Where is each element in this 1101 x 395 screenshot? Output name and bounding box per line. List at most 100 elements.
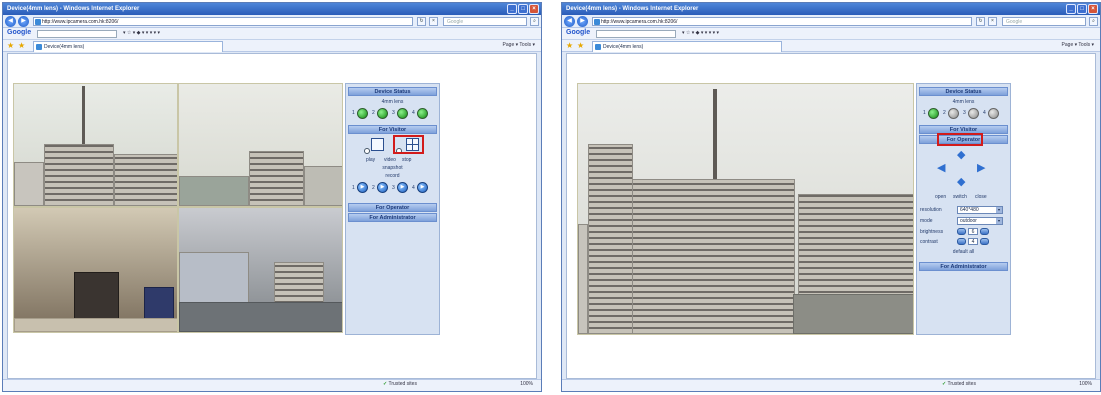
channel-4-status[interactable] bbox=[988, 108, 999, 119]
camera-tile-1[interactable] bbox=[13, 83, 178, 207]
url-field[interactable]: http://www.ipcamera.com.hk:8206/ bbox=[33, 17, 413, 26]
control-panel: Device Status 4mm lens 1 2 3 4 For Visit… bbox=[916, 83, 1011, 335]
record-label[interactable]: record bbox=[346, 173, 439, 179]
browser-tab[interactable]: Device(4mm lens) bbox=[33, 41, 223, 52]
lens-label: 4mm lens bbox=[381, 99, 404, 105]
play-channel-4-icon[interactable]: ▶ bbox=[417, 182, 428, 193]
pan-right-icon[interactable]: ▶ bbox=[977, 163, 985, 174]
contrast-decrease-button[interactable] bbox=[957, 238, 966, 245]
channel-4-status[interactable] bbox=[417, 108, 428, 119]
device-status-header[interactable]: Device Status bbox=[348, 87, 437, 96]
video-label[interactable]: video bbox=[384, 157, 396, 163]
forward-icon[interactable]: ▶ bbox=[577, 16, 588, 27]
add-favorites-icon[interactable]: ★ bbox=[18, 41, 25, 51]
channel-number: 2 bbox=[372, 110, 375, 116]
favorites-star-icon[interactable]: ★ bbox=[7, 41, 14, 51]
channel-3-status[interactable] bbox=[968, 108, 979, 119]
google-logo: Google bbox=[566, 29, 591, 36]
zoom-level[interactable]: 100% bbox=[1079, 381, 1092, 387]
for-operator-header[interactable]: For Operator bbox=[348, 203, 437, 212]
security-zone: ✓ Trusted sites bbox=[383, 381, 417, 387]
address-bar: ◀ ▶ http://www.ipcamera.com.hk:8206/ ↻ ×… bbox=[562, 15, 1100, 28]
open-label[interactable]: open bbox=[935, 194, 946, 200]
favorites-star-icon[interactable]: ★ bbox=[566, 41, 573, 51]
channel-number: 2 bbox=[372, 185, 375, 191]
channel-number: 3 bbox=[963, 110, 966, 116]
maximize-button[interactable]: □ bbox=[1077, 4, 1087, 14]
command-bar[interactable]: Page ▾ Tools ▾ bbox=[503, 42, 535, 48]
camera-tile-3[interactable] bbox=[13, 207, 178, 333]
address-bar: ◀ ▶ http://www.ipcamera.com.hk:8206/ ↻ ×… bbox=[3, 15, 541, 28]
channel-2-status[interactable] bbox=[948, 108, 959, 119]
stop-icon[interactable]: × bbox=[429, 17, 438, 26]
stop-label[interactable]: stop bbox=[402, 157, 411, 163]
mode-value: outdoor bbox=[960, 218, 977, 224]
tab-page-icon bbox=[595, 44, 601, 50]
channel-2-status[interactable] bbox=[377, 108, 388, 119]
play-label[interactable]: play bbox=[366, 157, 375, 163]
camera-tile-4[interactable] bbox=[178, 207, 343, 333]
channel-number: 1 bbox=[923, 110, 926, 116]
play-channel-3-icon[interactable]: ▶ bbox=[397, 182, 408, 193]
back-icon[interactable]: ◀ bbox=[5, 16, 16, 27]
zoom-level[interactable]: 100% bbox=[520, 381, 533, 387]
url-field[interactable]: http://www.ipcamera.com.hk:8206/ bbox=[592, 17, 972, 26]
for-visitor-header[interactable]: For Visitor bbox=[348, 125, 437, 134]
channel-number: 4 bbox=[983, 110, 986, 116]
contrast-increase-button[interactable] bbox=[980, 238, 989, 245]
browser-tab[interactable]: Device(4mm lens) bbox=[592, 41, 782, 52]
refresh-icon[interactable]: ↻ bbox=[976, 17, 985, 26]
google-toolbar-buttons[interactable]: ▾ ☆ ▾ ◆ ▾ ▾ ▾ ▾ ▾ bbox=[682, 30, 719, 36]
channel-1-status[interactable] bbox=[357, 108, 368, 119]
mode-label: mode bbox=[920, 218, 933, 224]
search-input[interactable]: Google bbox=[1002, 17, 1086, 26]
command-bar[interactable]: Page ▾ Tools ▾ bbox=[1062, 42, 1094, 48]
forward-icon[interactable]: ▶ bbox=[18, 16, 29, 27]
single-view-icon[interactable] bbox=[371, 138, 384, 151]
play-channel-2-icon[interactable]: ▶ bbox=[377, 182, 388, 193]
back-icon[interactable]: ◀ bbox=[564, 16, 575, 27]
camera-view[interactable] bbox=[577, 83, 914, 335]
device-status-header[interactable]: Device Status bbox=[919, 87, 1008, 96]
channel-3-status[interactable] bbox=[397, 108, 408, 119]
pan-left-icon[interactable]: ◀ bbox=[937, 163, 945, 174]
minimize-button[interactable]: _ bbox=[507, 4, 517, 14]
add-favorites-icon[interactable]: ★ bbox=[577, 41, 584, 51]
switch-label[interactable]: switch bbox=[953, 194, 967, 200]
for-administrator-header[interactable]: For Administrator bbox=[348, 213, 437, 222]
mode-select[interactable]: outdoor ▾ bbox=[957, 217, 1003, 225]
minimize-button[interactable]: _ bbox=[1066, 4, 1076, 14]
resolution-label: resolution bbox=[920, 207, 942, 213]
control-panel: Device Status 4mm lens 1 2 3 4 For Visit… bbox=[345, 83, 440, 335]
resolution-value: 640*480 bbox=[960, 207, 979, 213]
pan-down-icon[interactable]: ◆ bbox=[957, 177, 965, 188]
close-label[interactable]: close bbox=[975, 194, 987, 200]
channel-1-status[interactable] bbox=[928, 108, 939, 119]
single-view-radio[interactable] bbox=[364, 148, 370, 154]
stop-icon[interactable]: × bbox=[988, 17, 997, 26]
google-search-input[interactable] bbox=[37, 30, 117, 38]
search-placeholder: Google bbox=[447, 19, 464, 25]
resolution-select[interactable]: 640*480 ▾ bbox=[957, 206, 1003, 214]
search-icon[interactable]: ⌕ bbox=[530, 17, 539, 26]
chevron-down-icon: ▾ bbox=[996, 218, 1002, 224]
default-all-button[interactable]: default all bbox=[917, 249, 1010, 255]
camera-tile-2[interactable] bbox=[178, 83, 343, 207]
search-input[interactable]: Google bbox=[443, 17, 527, 26]
tab-page-icon bbox=[36, 44, 42, 50]
page-viewport: Device Status 4mm lens 1 2 3 4 For Visit… bbox=[566, 53, 1096, 379]
search-icon[interactable]: ⌕ bbox=[1089, 17, 1098, 26]
maximize-button[interactable]: □ bbox=[518, 4, 528, 14]
refresh-icon[interactable]: ↻ bbox=[417, 17, 426, 26]
status-bar: ✓ Trusted sites 100% bbox=[3, 379, 541, 391]
google-toolbar-buttons[interactable]: ▾ ☆ ▾ ◆ ▾ ▾ ▾ ▾ ▾ bbox=[123, 30, 160, 36]
brightness-increase-button[interactable] bbox=[980, 228, 989, 235]
play-channel-1-icon[interactable]: ▶ bbox=[357, 182, 368, 193]
for-administrator-header[interactable]: For Administrator bbox=[919, 262, 1008, 271]
brightness-decrease-button[interactable] bbox=[957, 228, 966, 235]
close-button[interactable]: × bbox=[529, 4, 539, 14]
pan-up-icon[interactable]: ◆ bbox=[957, 150, 965, 161]
snapshot-label[interactable]: snapshot bbox=[346, 165, 439, 171]
close-button[interactable]: × bbox=[1088, 4, 1098, 14]
google-search-input[interactable] bbox=[596, 30, 676, 38]
